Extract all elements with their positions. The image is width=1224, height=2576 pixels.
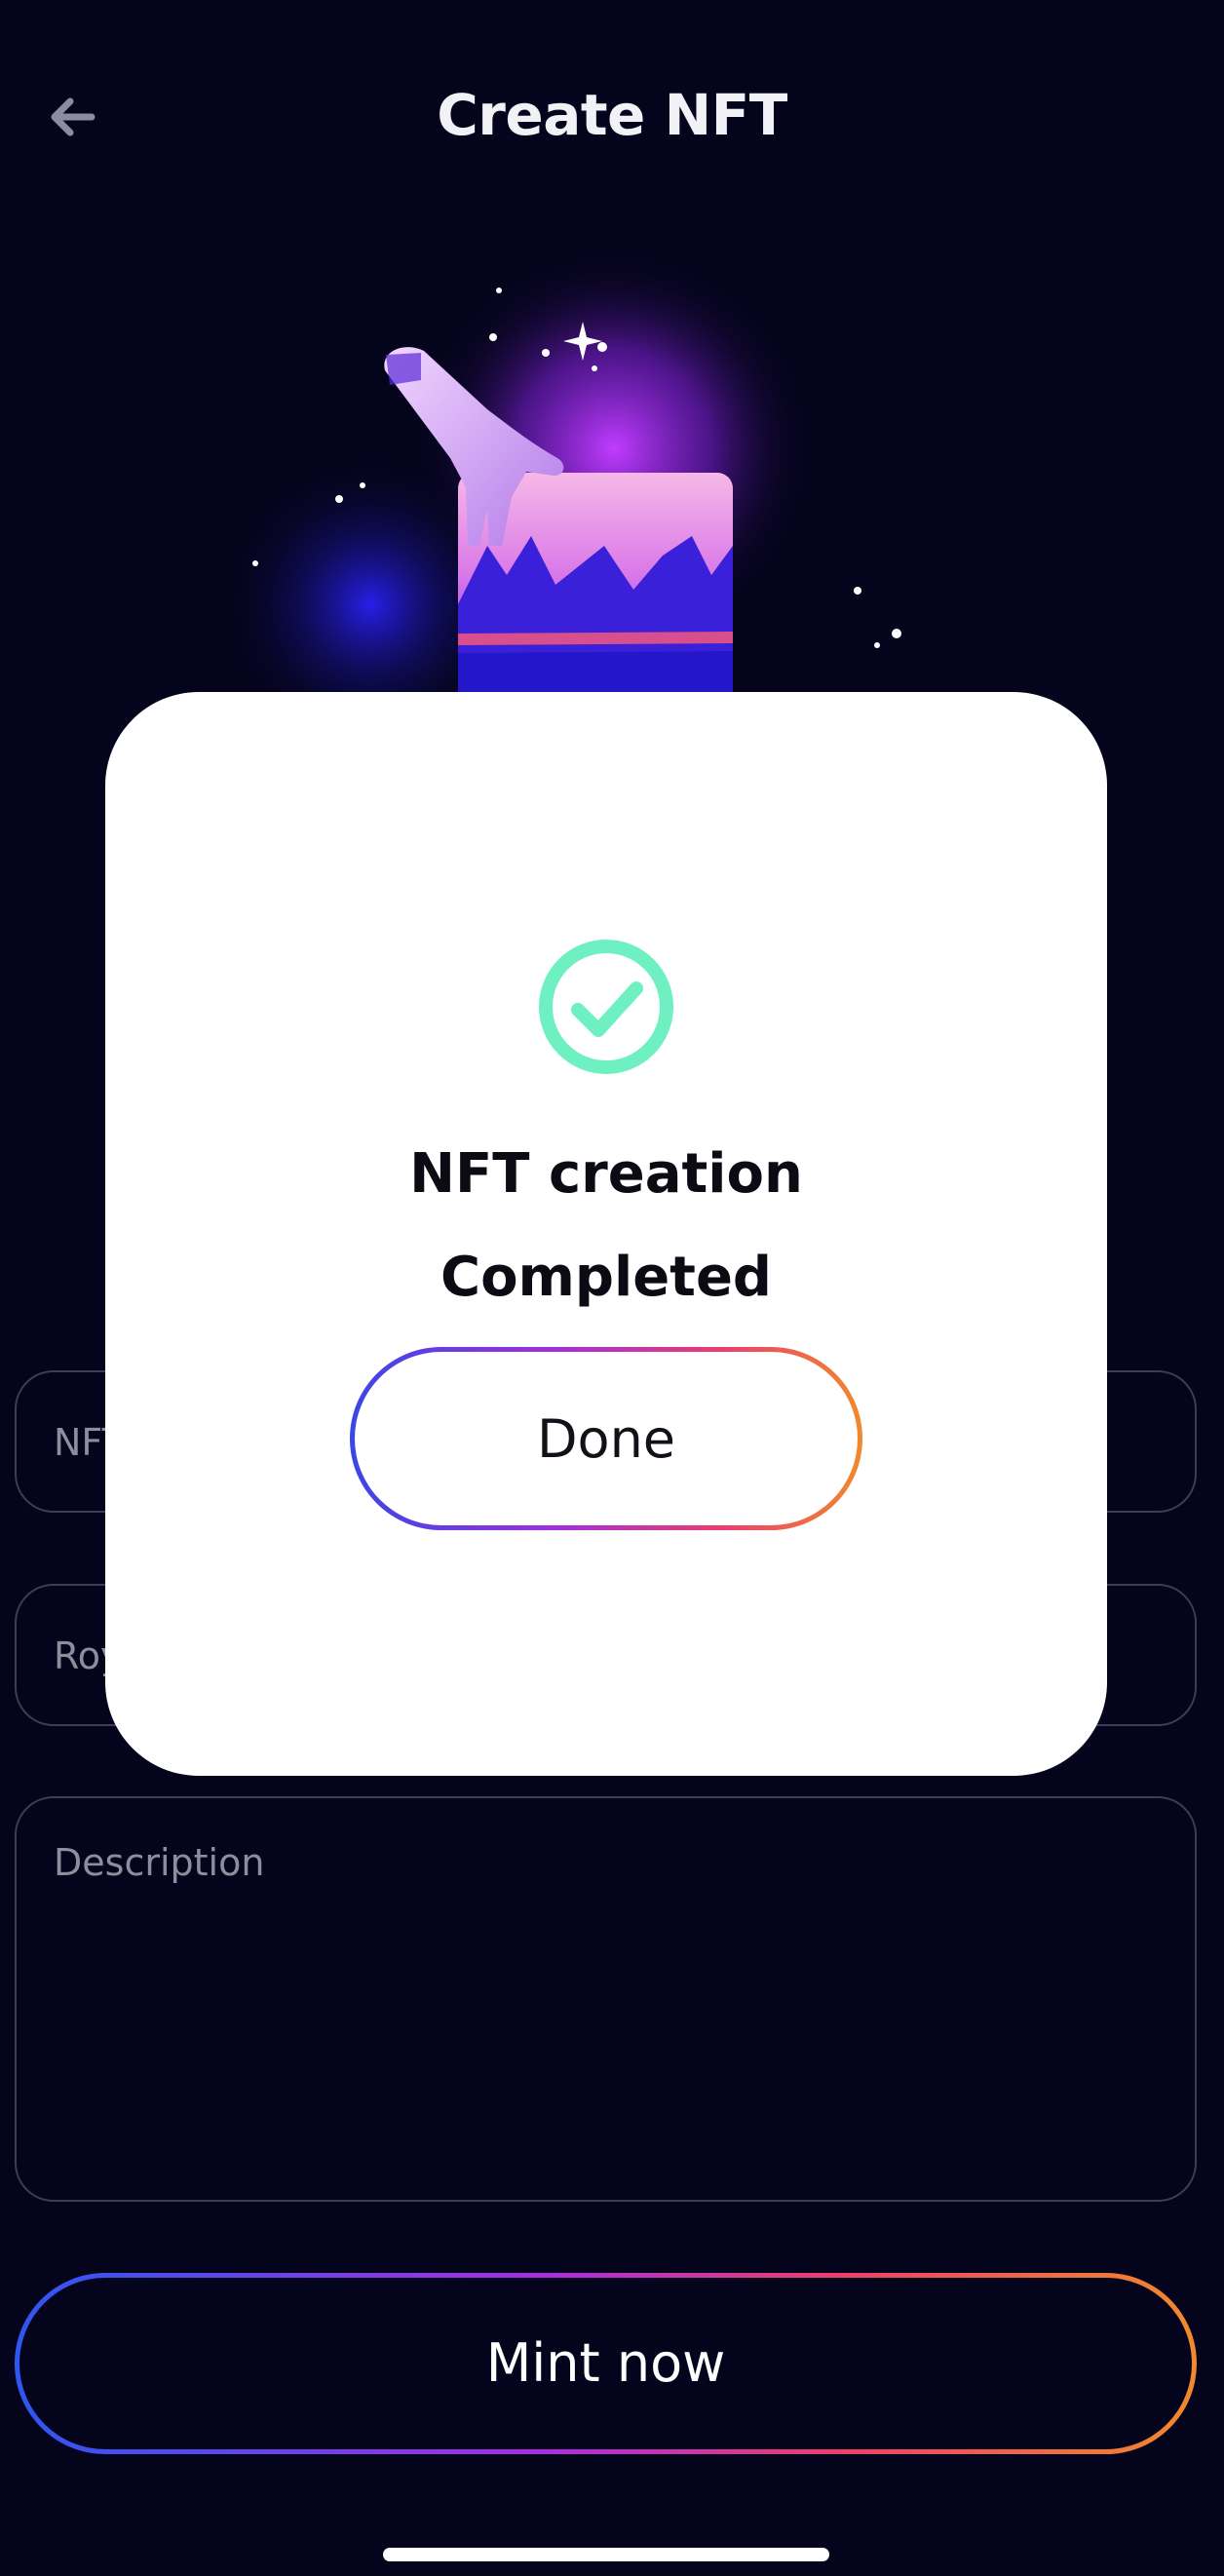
nft-hero-illustration bbox=[195, 253, 1029, 750]
modal-title-line2: Completed bbox=[440, 1246, 773, 1309]
modal-title-line1: NFT creation bbox=[409, 1142, 803, 1206]
page-title: Create NFT bbox=[437, 82, 787, 148]
app-header: Create NFT bbox=[0, 0, 1224, 234]
mint-now-button[interactable]: Mint now bbox=[15, 2273, 1197, 2454]
done-label: Done bbox=[536, 1408, 676, 1470]
description-placeholder: Description bbox=[54, 1841, 265, 1884]
description-field[interactable]: Description bbox=[15, 1796, 1197, 2202]
mint-now-label: Mint now bbox=[485, 2332, 726, 2394]
check-circle-icon bbox=[539, 940, 673, 1074]
success-modal: NFT creation Completed Done bbox=[105, 692, 1107, 1776]
home-indicator bbox=[383, 2548, 829, 2561]
done-button[interactable]: Done bbox=[350, 1347, 862, 1530]
